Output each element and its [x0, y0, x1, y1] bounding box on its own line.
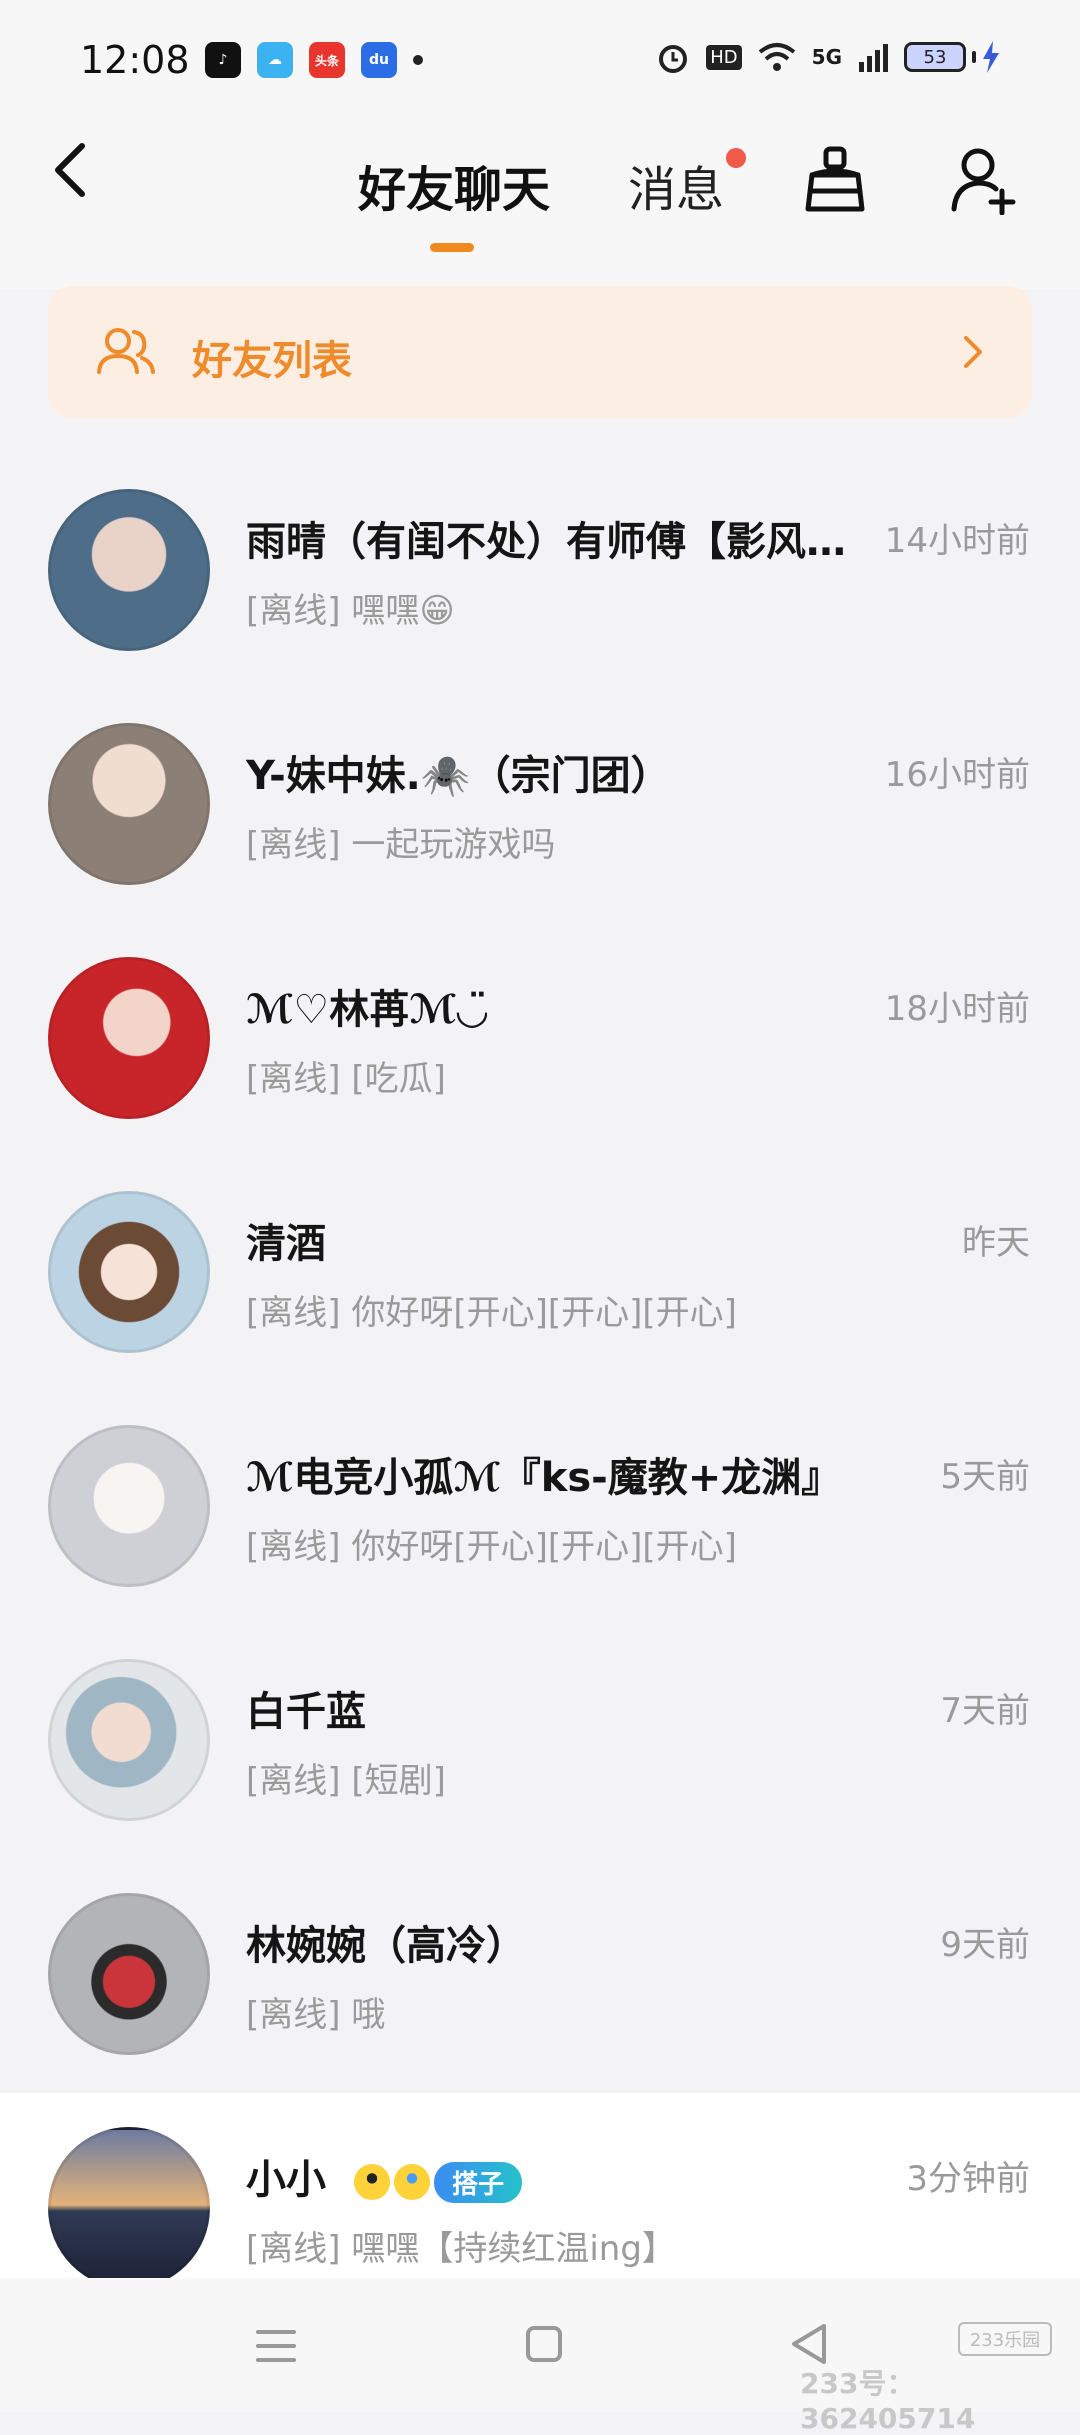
conversation-preview: [离线] 哦: [246, 1995, 386, 2035]
avatar: [48, 1425, 210, 1587]
conversation-preview: [离线] 嘿嘿😁: [246, 591, 455, 631]
avatar: [48, 957, 210, 1119]
conversation-time: 9天前: [940, 1925, 1030, 1965]
star-eyes-emoji-icon: [393, 2164, 430, 2200]
avatar: [48, 723, 210, 885]
add-friend-button[interactable]: [950, 145, 1020, 215]
badge-group: 搭子: [353, 2161, 522, 2203]
conversation-time: 7天前: [940, 1691, 1030, 1731]
sunglasses-emoji-icon: [353, 2164, 390, 2200]
back-button[interactable]: [48, 140, 92, 200]
conversation-item[interactable]: ℳ电竞小孤ℳ『ks-魔教+龙渊』 5天前 [离线] 你好呀[开心][开心][开心…: [0, 1391, 1080, 1625]
conversation-preview: [离线] 嘿嘿【持续红温ing】: [246, 2229, 676, 2269]
conversation-time: 14小时前: [884, 521, 1030, 561]
status-indicators: HD 5G 53: [656, 40, 1000, 74]
conversation-preview: [离线] 你好呀[开心][开心][开心]: [246, 1293, 737, 1333]
conversation-name: 清酒: [246, 1221, 326, 1267]
tab-messages[interactable]: 消息: [628, 150, 724, 220]
signal-icon: [859, 44, 888, 72]
status-app-icons: ♪ ☁ 头条 du: [205, 42, 423, 78]
friend-list-label: 好友列表: [192, 338, 352, 384]
conversation-name: 雨晴（有闺不处）有师傅【影风…: [246, 519, 846, 565]
notification-dot-icon: [413, 55, 423, 65]
back-triangle-icon[interactable]: [790, 2322, 830, 2366]
chevron-right-icon: [964, 336, 982, 368]
network-label: 5G: [811, 45, 842, 69]
battery-icon: 53: [904, 42, 966, 72]
conversation-item[interactable]: ℳ♡林苒ℳ◡̈ 18小时前 [离线] [吃瓜]: [0, 923, 1080, 1157]
conversation-item[interactable]: 白千蓝 7天前 [离线] [短剧]: [0, 1625, 1080, 1859]
watermark-text: 233号：362405714: [800, 2367, 976, 2435]
conversation-item[interactable]: 清酒 昨天 [离线] 你好呀[开心][开心][开心]: [0, 1157, 1080, 1391]
conversation-preview: [离线] [短剧]: [246, 1761, 446, 1801]
conversation-time: 18小时前: [884, 989, 1030, 1029]
wifi-icon: [758, 43, 795, 71]
friend-list-button[interactable]: 好友列表: [48, 286, 1032, 418]
avatar: [48, 1191, 210, 1353]
douyin-icon: ♪: [205, 42, 241, 78]
alarm-icon: [659, 45, 688, 73]
home-button[interactable]: [526, 2326, 562, 2362]
menu-icon[interactable]: [256, 2328, 296, 2364]
avatar: [48, 1659, 210, 1821]
avatar: [48, 489, 210, 651]
conversation-name: 白千蓝: [246, 1689, 366, 1735]
watermark-logo: 233乐园: [958, 2322, 1052, 2356]
charging-icon: [983, 41, 999, 73]
conversation-preview: [离线] 你好呀[开心][开心][开心]: [246, 1527, 737, 1567]
active-tab-indicator: [430, 243, 474, 252]
clean-button[interactable]: [800, 145, 870, 215]
conversation-name: ℳ电竞小孤ℳ『ks-魔教+龙渊』: [246, 1455, 842, 1501]
conversation-time: 昨天: [962, 1223, 1030, 1263]
status-bar: 12:08 ♪ ☁ 头条 du HD 5G 53: [0, 0, 1080, 120]
conversation-preview: [离线] [吃瓜]: [246, 1059, 446, 1099]
conversation-time: 3分钟前: [906, 2159, 1030, 2199]
avatar: [48, 1893, 210, 2055]
tag-badge: 搭子: [433, 2161, 522, 2203]
unread-dot: [726, 148, 746, 168]
conversation-time: 16小时前: [884, 755, 1030, 795]
status-time: 12:08: [80, 38, 190, 82]
tab-friend-chat[interactable]: 好友聊天: [358, 150, 550, 220]
conversation-name: 小小 搭子: [246, 2147, 522, 2205]
conversation-preview: [离线] 一起玩游戏吗: [246, 825, 556, 865]
toutiao-icon: 头条: [309, 42, 345, 78]
conversation-name: 林婉婉（高冷）: [246, 1923, 526, 1969]
conversation-time: 5天前: [940, 1457, 1030, 1497]
conversation-name: ℳ♡林苒ℳ◡̈: [246, 987, 488, 1033]
baidu-icon: du: [361, 42, 397, 78]
friends-icon: [97, 328, 155, 374]
battery-indicator: 53: [904, 41, 1000, 73]
conversation-item[interactable]: 雨晴（有闺不处）有师傅【影风… 14小时前 [离线] 嘿嘿😁: [0, 455, 1080, 689]
conversation-name-text: 小小: [246, 2157, 326, 2203]
avatar: [48, 2127, 210, 2289]
conversation-item[interactable]: 林婉婉（高冷） 9天前 [离线] 哦: [0, 1859, 1080, 2093]
conversation-name: Y-妹中妹.🕷️（宗门团）: [246, 753, 671, 799]
hd-badge: HD: [706, 44, 742, 70]
conversation-item[interactable]: Y-妹中妹.🕷️（宗门团） 16小时前 [离线] 一起玩游戏吗: [0, 689, 1080, 923]
weather-icon: ☁: [257, 42, 293, 78]
